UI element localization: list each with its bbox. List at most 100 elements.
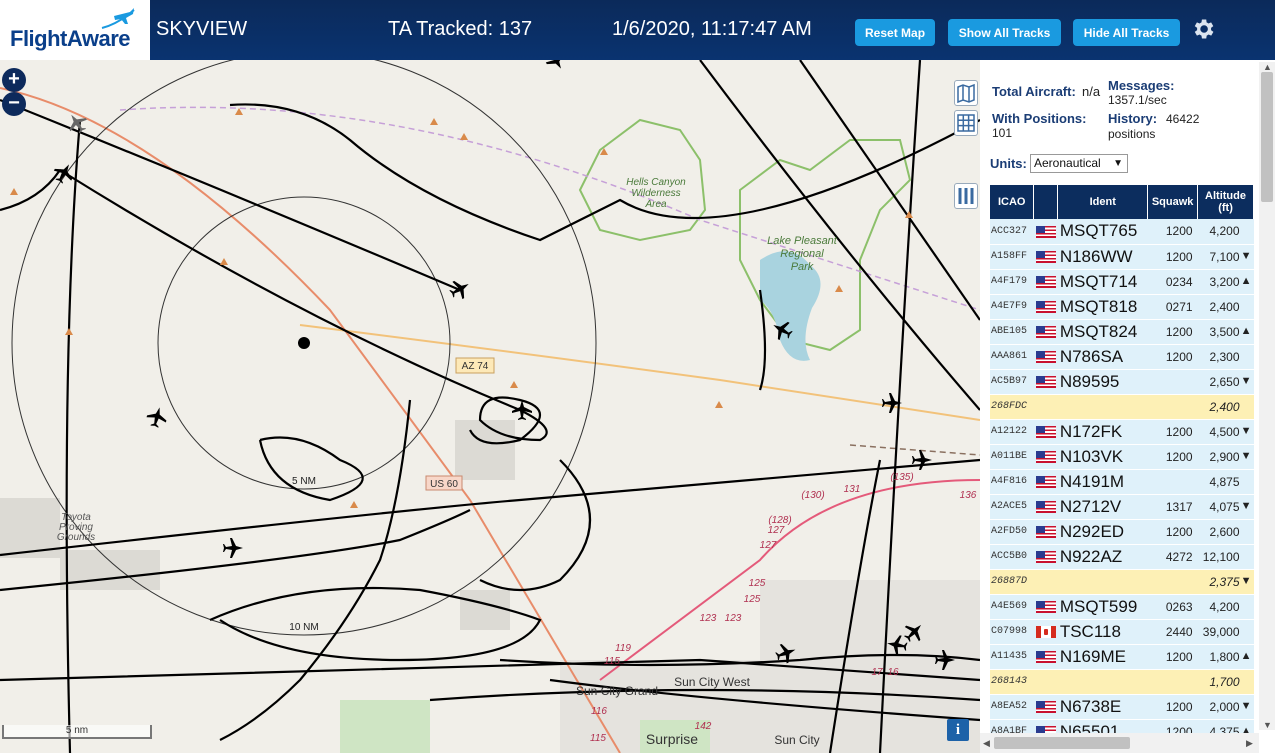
scroll-left-icon[interactable]: ◀ [983, 738, 990, 749]
flight-track [0, 169, 61, 212]
zoom-in-button[interactable]: + [2, 68, 26, 92]
us-flag-icon [1035, 526, 1056, 539]
aircraft-row[interactable]: ACC327 MSQT765 1200 4,200 [990, 219, 1254, 245]
aircraft-row[interactable]: A4F816 N4191M 4,875 [990, 469, 1254, 495]
aircraft-row[interactable]: A8EA52 N6738E 1200 2,000 ▼ [990, 694, 1254, 720]
aircraft-icao: A2ACE5 [990, 494, 1034, 520]
us-flag-icon [1035, 701, 1056, 714]
scroll-right-icon[interactable]: ▶ [1246, 738, 1253, 749]
reset-map-button[interactable]: Reset Map [855, 19, 935, 46]
aircraft-icao: ACC327 [990, 219, 1034, 245]
zoom-out-button[interactable]: − [2, 92, 26, 116]
aircraft-row[interactable]: C07998 TSC118 2440 39,000 [990, 619, 1254, 645]
map-layer-button[interactable] [954, 80, 978, 106]
aircraft-row[interactable]: A4E569 MSQT599 0263 4,200 [990, 594, 1254, 620]
aircraft-squawk: 1317 [1147, 494, 1198, 520]
aircraft-icao: AC5B97 [990, 369, 1034, 395]
info-button[interactable]: i [947, 719, 969, 741]
aircraft-row[interactable]: ACC5B0 N922AZ 4272 12,100 [990, 544, 1254, 570]
aircraft-row[interactable]: AC5B97 N89595 2,650 ▼ [990, 369, 1254, 395]
aircraft-row[interactable]: ABE105 MSQT824 1200 3,500 ▲ [990, 319, 1254, 345]
aircraft-table-body: ACC327 MSQT765 1200 4,200 A158FF N186WW 1200 7,… [990, 219, 1254, 745]
aircraft-row[interactable]: A12122 N172FK 1200 4,500 ▼ [990, 419, 1254, 445]
route-label: 115 [590, 733, 606, 744]
aircraft-row[interactable]: A2FD50 N292ED 1200 2,600 [990, 519, 1254, 545]
route-label: 116 [591, 706, 607, 717]
us-flag-icon [1035, 651, 1056, 664]
column-altitude[interactable]: Altitude (ft) [1197, 185, 1254, 219]
horizontal-scrollbar[interactable]: ◀ ▶ [980, 733, 1259, 753]
canada-flag-icon [1035, 626, 1056, 639]
aircraft-row[interactable]: 268143 1,700 [990, 669, 1254, 695]
aircraft-ident [1057, 394, 1148, 420]
vertical-scrollbar[interactable]: ▲ ▼ [1259, 62, 1275, 730]
tracked-count: TA Tracked: 137 [388, 18, 533, 40]
scrollbar-thumb-h[interactable] [994, 737, 1130, 749]
aircraft-altitude: 1,700 [1197, 669, 1254, 695]
column-icao[interactable]: ICAO [990, 185, 1035, 219]
aircraft-squawk: 0263 [1147, 594, 1198, 620]
aircraft-flag-cell [1033, 469, 1058, 495]
history-value: 46422 [1166, 112, 1200, 126]
column-flag[interactable] [1033, 185, 1059, 219]
peak-icon [430, 118, 438, 125]
columns-toggle-button[interactable] [954, 183, 978, 209]
scrollbar-thumb[interactable] [1261, 72, 1273, 202]
aircraft-squawk: 1200 [1147, 319, 1198, 345]
aircraft-ident: N89595 [1057, 369, 1148, 395]
place-label: Park [791, 261, 814, 273]
map-canvas[interactable]: Hells Canyon Wilderness Area Lake Pleasa… [0, 60, 980, 753]
hide-all-tracks-button[interactable]: Hide All Tracks [1073, 19, 1180, 46]
aircraft-row[interactable]: 26887D 2,375 ▼ [990, 569, 1254, 595]
route-label: 127 [768, 525, 785, 536]
aircraft-squawk: 1200 [1147, 444, 1198, 470]
grid-layer-button[interactable] [954, 110, 978, 136]
aircraft-table: ICAO Ident Squawk Altitude (ft) ACC327 MSQ… [990, 185, 1254, 745]
us-flag-icon [1035, 326, 1056, 339]
show-all-tracks-button[interactable]: Show All Tracks [948, 19, 1061, 46]
messages-value: 1357.1/sec [1108, 93, 1167, 107]
altitude-value: 4,500 [1209, 424, 1240, 439]
aircraft-squawk: 1200 [1147, 519, 1198, 545]
us-flag-icon [1035, 276, 1056, 289]
gear-icon[interactable] [1190, 16, 1216, 42]
aircraft-flag-cell [1033, 369, 1058, 395]
aircraft-flag-cell [1033, 294, 1058, 320]
descend-arrow-icon: ▼ [1240, 699, 1252, 712]
aircraft-squawk [1147, 569, 1198, 595]
aircraft-icao: ABE105 [990, 319, 1034, 345]
aircraft-row[interactable]: A4F179 MSQT714 0234 3,200 ▲ [990, 269, 1254, 295]
scroll-down-icon[interactable]: ▼ [1263, 720, 1272, 730]
aircraft-row[interactable]: A011BE N103VK 1200 2,900 ▼ [990, 444, 1254, 470]
route-label: 16 [887, 667, 899, 678]
chevron-down-icon: ▼ [1113, 158, 1123, 169]
aircraft-icao: 268FDC [990, 394, 1034, 420]
aircraft-icao: A11435 [990, 644, 1034, 670]
aircraft-altitude: 2,900 ▼ [1197, 444, 1254, 470]
route-label: (135) [890, 472, 913, 483]
altitude-value: 2,000 [1209, 699, 1240, 714]
map-area [455, 420, 515, 480]
column-ident[interactable]: Ident [1057, 185, 1149, 219]
aircraft-flag-cell [1033, 244, 1058, 270]
place-label: Grounds [57, 532, 95, 543]
aircraft-altitude: 2,400 [1197, 294, 1254, 320]
units-select[interactable]: Aeronautical ▼ [1030, 154, 1128, 173]
flightaware-logo[interactable]: FlightAware [0, 0, 150, 60]
scroll-up-icon[interactable]: ▲ [1263, 62, 1272, 72]
aircraft-row[interactable]: AAA861 N786SA 1200 2,300 [990, 344, 1254, 370]
aircraft-row[interactable]: A4E7F9 MSQT818 0271 2,400 [990, 294, 1254, 320]
aircraft-icons[interactable] [50, 60, 955, 670]
aircraft-row[interactable]: 268FDC 2,400 [990, 394, 1254, 420]
map-view[interactable]: Hells Canyon Wilderness Area Lake Pleasa… [0, 60, 980, 753]
aircraft-ident [1057, 669, 1148, 695]
aircraft-row[interactable]: A2ACE5 N2712V 1317 4,075 ▼ [990, 494, 1254, 520]
aircraft-row[interactable]: A158FF N186WW 1200 7,100 ▼ [990, 244, 1254, 270]
us-flag-icon [1035, 501, 1056, 514]
aircraft-row[interactable]: A11435 N169ME 1200 1,800 ▲ [990, 644, 1254, 670]
altitude-value: 2,900 [1209, 449, 1240, 464]
place-label: Lake Pleasant [767, 235, 838, 247]
aircraft-icao: A2FD50 [990, 519, 1034, 545]
aircraft-ident: MSQT714 [1057, 269, 1148, 295]
column-squawk[interactable]: Squawk [1147, 185, 1199, 219]
